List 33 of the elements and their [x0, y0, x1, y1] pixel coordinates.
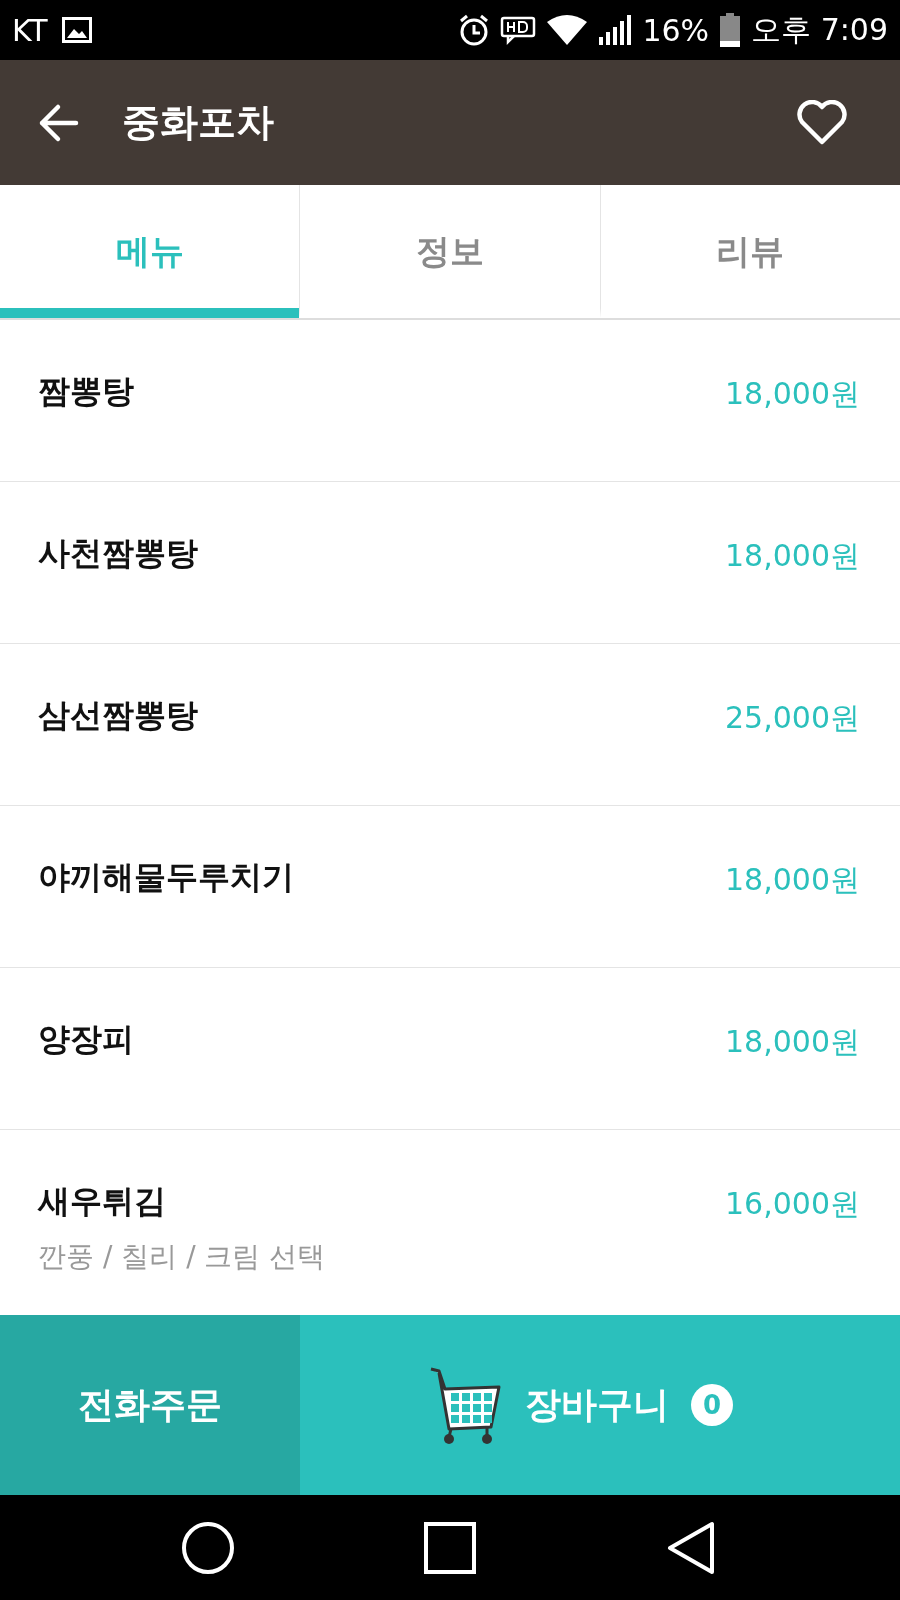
menu-item[interactable]: 야끼해물두루치기 18,000원: [0, 806, 900, 968]
menu-item-price: 18,000원: [725, 861, 860, 899]
menu-item[interactable]: 양장피 18,000원: [0, 968, 900, 1130]
signal-icon: [598, 15, 633, 45]
menu-item[interactable]: 새우튀김 깐풍 / 칠리 / 크림 선택 16,000원: [0, 1130, 900, 1315]
menu-item[interactable]: 짬뽕탕 18,000원: [0, 320, 900, 482]
favorite-button[interactable]: [796, 99, 848, 146]
home-button[interactable]: [180, 1519, 236, 1576]
menu-item-name: 삼선짬뽕탕: [38, 695, 198, 736]
cart-count-badge: 0: [691, 1384, 733, 1426]
menu-item[interactable]: 사천짬뽕탕 18,000원: [0, 482, 900, 644]
menu-item-name: 야끼해물두루치기: [38, 857, 294, 898]
menu-item-price: 18,000원: [725, 537, 860, 575]
menu-item-price: 18,000원: [725, 375, 860, 413]
alarm-icon: [458, 13, 491, 47]
menu-item-price: 16,000원: [725, 1185, 860, 1223]
wifi-icon: [546, 14, 589, 46]
image-icon: [61, 17, 92, 43]
menu-item-name: 짬뽕탕: [38, 371, 134, 412]
recent-apps-button[interactable]: [422, 1519, 478, 1576]
menu-item-options: 깐풍 / 칠리 / 크림 선택: [38, 1238, 326, 1276]
menu-item-name: 사천짬뽕탕: [38, 533, 198, 574]
menu-item-name: 양장피: [38, 1019, 134, 1060]
carrier-name: KT: [12, 12, 48, 48]
battery-icon: [719, 13, 742, 47]
restaurant-title: 중화포차: [122, 99, 275, 146]
hd-icon: [500, 15, 537, 45]
menu-item-price: 18,000원: [725, 1023, 860, 1061]
menu-item[interactable]: 삼선짬뽕탕 25,000원: [0, 644, 900, 806]
menu-item-name: 새우튀김: [38, 1181, 167, 1222]
battery-percent: 16%: [642, 12, 710, 48]
menu-item-price: 25,000원: [725, 699, 860, 737]
clock-time: 오후 7:09: [751, 10, 888, 49]
